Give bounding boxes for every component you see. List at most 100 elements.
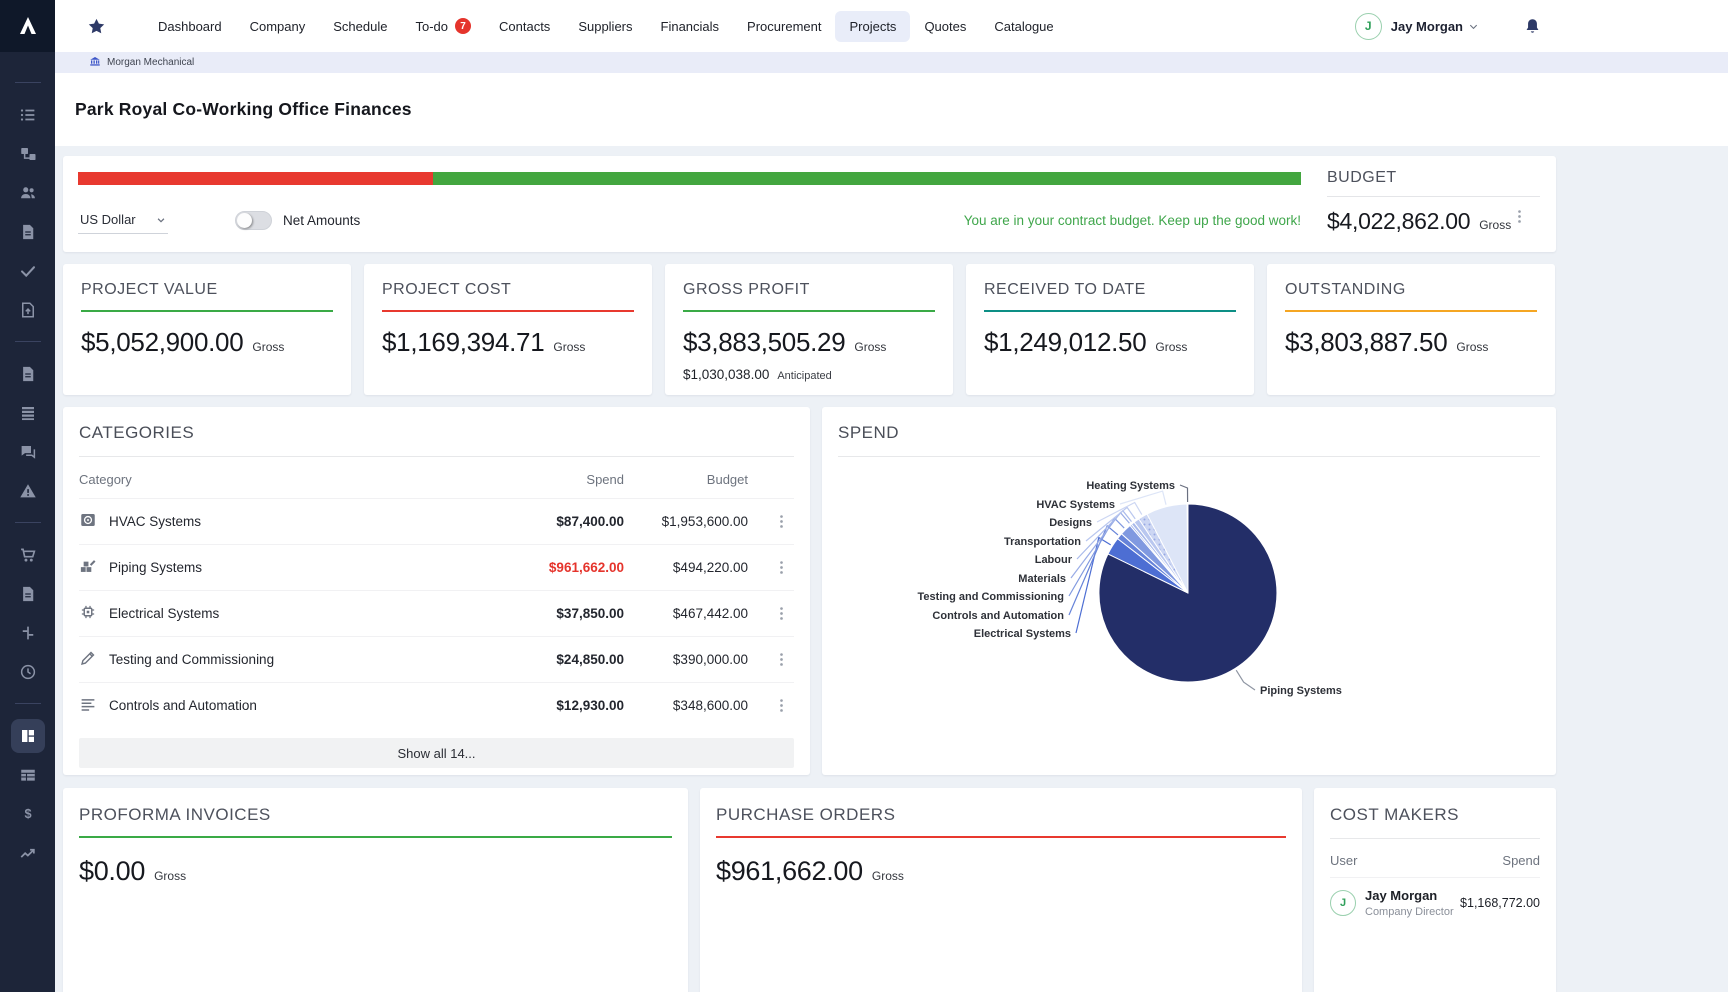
- kpi-card-gross-profit: GROSS PROFIT$3,883,505.29Gross$1,030,038…: [665, 264, 953, 395]
- trend-icon: [11, 836, 45, 870]
- category-spend: $24,850.00: [514, 652, 624, 667]
- col-user: User: [1330, 853, 1460, 868]
- cost-maker-name: Jay Morgan: [1365, 888, 1454, 903]
- cost-maker-row-jay-morgan[interactable]: JJay MorganCompany Director$1,168,772.00: [1330, 877, 1540, 918]
- sidebar-item-clock[interactable]: [0, 652, 55, 691]
- favourite-star-icon[interactable]: [87, 17, 106, 36]
- category-row-hvac-systems[interactable]: HVAC Systems$87,400.00$1,953,600.00: [79, 498, 794, 544]
- app-logo[interactable]: [0, 0, 55, 52]
- kpi-label: GROSS PROFIT: [683, 281, 935, 299]
- pie-label-transportation: Transportation: [1004, 536, 1081, 548]
- kpi-value: $3,883,505.29: [683, 327, 845, 358]
- nav-tabs: Dashboard Company Schedule To-do7 Contacts Su…: [144, 10, 1068, 42]
- bank-icon: [89, 54, 101, 72]
- budget-kebab-menu[interactable]: [1507, 204, 1532, 229]
- categories-card: CATEGORIES Category Spend Budget HVAC Sy…: [63, 407, 810, 775]
- users-icon: [11, 176, 45, 210]
- tab-schedule[interactable]: Schedule: [319, 11, 401, 42]
- sidebar-item-document[interactable]: [0, 212, 55, 251]
- net-amounts-toggle[interactable]: [235, 211, 272, 230]
- category-kebab-menu[interactable]: [769, 647, 794, 672]
- sidebar-item-users[interactable]: [0, 173, 55, 212]
- sidebar-item-org-chart[interactable]: [0, 134, 55, 173]
- kpi-label: PROJECT COST: [382, 281, 634, 299]
- sidebar-item-list[interactable]: [0, 95, 55, 134]
- sidebar-item-dashboard[interactable]: [0, 716, 55, 755]
- category-spend: $961,662.00: [514, 560, 624, 575]
- budget-progress-bar[interactable]: [78, 172, 1301, 185]
- sidebar-item-warning[interactable]: [0, 471, 55, 510]
- user-name[interactable]: Jay Morgan: [1391, 19, 1463, 34]
- category-row-controls-and-automation[interactable]: Controls and Automation$12,930.00$348,60…: [79, 682, 794, 728]
- pie-label-labour: Labour: [1035, 554, 1073, 566]
- kpi-value: $1,169,394.71: [382, 327, 544, 358]
- tab-to-do[interactable]: To-do7: [401, 10, 485, 42]
- tab-label: Contacts: [499, 19, 550, 34]
- tab-dashboard[interactable]: Dashboard: [144, 11, 236, 42]
- sidebar-item-check[interactable]: [0, 251, 55, 290]
- net-amounts-label: Net Amounts: [283, 213, 360, 228]
- category-row-piping-systems[interactable]: Piping Systems$961,662.00$494,220.00: [79, 544, 794, 590]
- category-budget: $390,000.00: [624, 652, 748, 667]
- category-row-electrical-systems[interactable]: Electrical Systems$37,850.00$467,442.00: [79, 590, 794, 636]
- tab-label: Company: [250, 19, 306, 34]
- pie-label-hvac-systems: HVAC Systems: [1036, 499, 1115, 511]
- list-icon: [11, 98, 45, 132]
- show-all-button[interactable]: Show all 14...: [79, 738, 794, 768]
- tab-procurement[interactable]: Procurement: [733, 11, 835, 42]
- tab-contacts[interactable]: Contacts: [485, 11, 564, 42]
- purchase-orders-suffix: Gross: [872, 869, 904, 883]
- svg-text:$: $: [24, 806, 31, 821]
- sidebar-divider: [15, 82, 41, 83]
- sidebar-item-trend[interactable]: [0, 833, 55, 872]
- tab-label: Dashboard: [158, 19, 222, 34]
- tab-label: To-do: [415, 19, 448, 34]
- proforma-suffix: Gross: [154, 869, 186, 883]
- tune-icon: [11, 616, 45, 650]
- tab-projects[interactable]: Projects: [835, 11, 910, 42]
- kpi-suffix: Gross: [854, 340, 886, 354]
- file-upload-icon: [11, 293, 45, 327]
- category-name: Piping Systems: [109, 560, 202, 575]
- spend-pie-chart[interactable]: Piping SystemsElectrical SystemsControls…: [822, 407, 1556, 775]
- category-kebab-menu[interactable]: [769, 693, 794, 718]
- sidebar-item-document[interactable]: [0, 574, 55, 613]
- category-name: Electrical Systems: [109, 606, 219, 621]
- user-avatar[interactable]: J: [1355, 13, 1382, 40]
- chevron-down-icon[interactable]: [1468, 21, 1479, 32]
- org-chart-icon: [11, 137, 45, 171]
- controls-icon: [79, 695, 97, 716]
- kpi-label: RECEIVED TO DATE: [984, 281, 1236, 299]
- archdesk-logo-icon: [16, 14, 40, 38]
- sidebar-item-rows[interactable]: [0, 393, 55, 432]
- tab-label: Schedule: [333, 19, 387, 34]
- pie-label-testing-and-commissioning: Testing and Commissioning: [918, 591, 1064, 603]
- tab-suppliers[interactable]: Suppliers: [564, 11, 646, 42]
- sidebar-item-document[interactable]: [0, 354, 55, 393]
- category-kebab-menu[interactable]: [769, 509, 794, 534]
- tab-catalogue[interactable]: Catalogue: [980, 11, 1067, 42]
- categories-title: CATEGORIES: [79, 423, 794, 443]
- category-kebab-menu[interactable]: [769, 601, 794, 626]
- cost-makers-card: COST MAKERS User Spend JJay MorganCompan…: [1314, 788, 1556, 992]
- sidebar-item-dollar[interactable]: $: [0, 794, 55, 833]
- notifications-bell-icon[interactable]: [1523, 17, 1542, 36]
- category-kebab-menu[interactable]: [769, 555, 794, 580]
- tab-financials[interactable]: Financials: [647, 11, 734, 42]
- sidebar-item-table[interactable]: [0, 755, 55, 794]
- sidebar-item-chat[interactable]: [0, 432, 55, 471]
- sidebar-item-file-upload[interactable]: [0, 290, 55, 329]
- sidebar-item-cart[interactable]: [0, 535, 55, 574]
- pie-label-electrical-systems: Electrical Systems: [974, 628, 1071, 640]
- sidebar-item-tune[interactable]: [0, 613, 55, 652]
- top-navbar: Dashboard Company Schedule To-do7 Contacts Su…: [55, 0, 1728, 52]
- kpi-card-received-to-date: RECEIVED TO DATE$1,249,012.50Gross: [966, 264, 1254, 395]
- breadcrumb-company[interactable]: Morgan Mechanical: [107, 57, 194, 68]
- currency-select[interactable]: US Dollar: [78, 208, 168, 234]
- tab-company[interactable]: Company: [236, 11, 320, 42]
- tab-quotes[interactable]: Quotes: [910, 11, 980, 42]
- category-row-testing-and-commissioning[interactable]: Testing and Commissioning$24,850.00$390,…: [79, 636, 794, 682]
- warning-icon: [11, 474, 45, 508]
- document-icon: [11, 577, 45, 611]
- col-spend: Spend: [514, 472, 624, 487]
